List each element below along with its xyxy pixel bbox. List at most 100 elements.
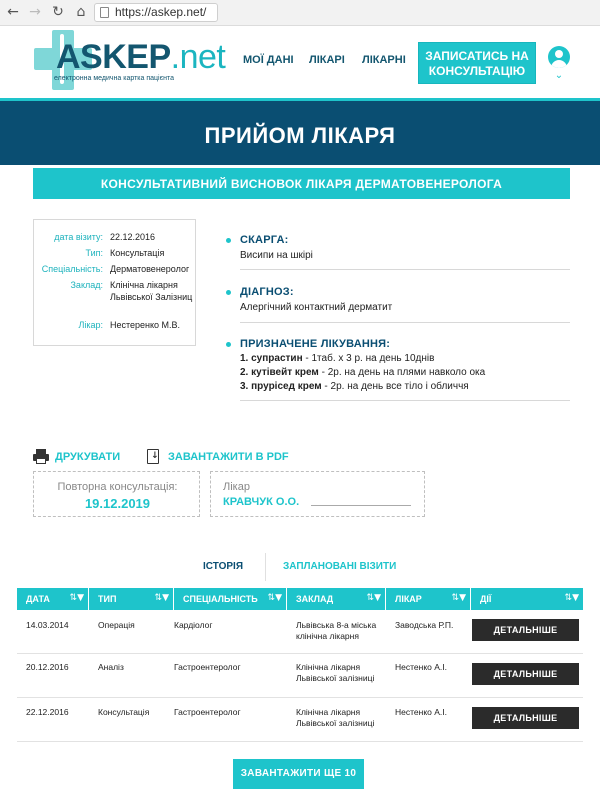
nav-doctors[interactable]: ЛІКАРІ	[309, 54, 345, 66]
visits-tabs: ІСТОРІЯ ЗАПЛАНОВАНІ ВІЗИТИ	[0, 553, 600, 581]
cell-type: Операція	[98, 620, 135, 630]
table-row: 20.12.2016 Аналіз Гастроентеролог Клініч…	[17, 654, 583, 698]
cell-specialty: Гастроентеролог	[174, 707, 241, 717]
followup-date: 19.12.2019	[84, 496, 151, 511]
cell-type: Консультація	[98, 707, 150, 717]
column-doctor[interactable]: ЛІКАР ⇅▼	[386, 588, 471, 610]
filter-icon: ▼	[275, 593, 282, 603]
filter-icon: ▼	[572, 593, 579, 603]
column-specialty[interactable]: СПЕЦІАЛЬНІСТЬ ⇅▼	[174, 588, 287, 610]
filter-icon: ▼	[374, 593, 381, 603]
filter-icon: ▼	[77, 593, 84, 603]
divider	[240, 269, 570, 270]
url-text: https://askep.net/	[115, 5, 207, 19]
diagnosis-heading: ДІАГНОЗ:	[240, 286, 294, 298]
doctor-box: Лікар КРАВЧУК О.О.	[210, 471, 425, 517]
tab-planned-visits[interactable]: ЗАПЛАНОВАНІ ВІЗИТИ	[283, 561, 396, 572]
followup-label: Повторна консультація:	[57, 481, 178, 493]
details-button[interactable]: ДЕТАЛЬНІШЕ	[472, 619, 579, 641]
cell-clinic: Клінічна лікарня Львівської залізниці	[296, 707, 375, 728]
visit-type-value: Консультація	[110, 248, 165, 258]
browser-toolbar: ← → ↻ ⌂ https://askep.net/	[0, 0, 600, 26]
visit-doctor-label: Лікар:	[78, 320, 103, 330]
chevron-down-icon[interactable]: ⌄	[552, 70, 566, 81]
doctor-label: Лікар	[223, 481, 250, 493]
title-banner: ПРИЙОМ ЛІКАРЯ	[0, 101, 600, 165]
cell-clinic: Клінічна лікарня Львівської залізниці	[296, 662, 375, 683]
cell-specialty: Кардіолог	[174, 620, 213, 630]
address-bar[interactable]: https://askep.net/	[94, 3, 218, 22]
nav-hospitals[interactable]: ЛІКАРНІ	[362, 54, 406, 66]
visit-type-label: Тип:	[85, 248, 103, 258]
page-title: ПРИЙОМ ЛІКАРЯ	[204, 123, 396, 148]
divider	[240, 400, 570, 401]
site-header: ASKEP.net електронна медична картка паці…	[0, 26, 600, 98]
visit-doctor-value: Нестеренко М.В.	[110, 320, 181, 330]
cell-date: 22.12.2016	[26, 707, 69, 717]
sort-icon: ⇅	[69, 593, 78, 603]
visit-clinic-label: Заклад:	[70, 280, 104, 290]
filter-icon: ▼	[459, 593, 466, 603]
printer-icon	[33, 449, 49, 465]
divider	[240, 322, 570, 323]
signature-line	[311, 505, 411, 506]
cell-type: Аналіз	[98, 662, 124, 672]
column-clinic[interactable]: ЗАКЛАД ⇅▼	[287, 588, 386, 610]
cell-clinic: Львівська 8-а міська клінічна лікарня	[296, 620, 377, 641]
table-row: 14.03.2014 Операція Кардіолог Львівська …	[17, 610, 583, 654]
visit-clinic-value: Клінічна лікарня Львівської Залізниц	[110, 280, 193, 302]
user-avatar-icon[interactable]	[548, 46, 570, 68]
treatment-heading: ПРИЗНАЧЕНЕ ЛІКУВАННЯ:	[240, 338, 391, 350]
download-pdf-label: ЗАВАНТАЖИТИ В PDF	[168, 451, 289, 463]
bullet-icon	[226, 238, 231, 243]
column-date[interactable]: ДАТА ⇅▼	[17, 588, 89, 610]
load-more-button[interactable]: ЗАВАНТАЖИТИ ЩЕ 10	[233, 759, 364, 789]
doctor-name: КРАВЧУК О.О.	[223, 496, 300, 508]
visit-date-value: 22.12.2016	[110, 232, 156, 242]
reload-icon[interactable]: ↻	[49, 3, 67, 21]
filter-icon: ▼	[162, 593, 169, 603]
cell-specialty: Гастроентеролог	[174, 662, 241, 672]
treatment-item: 3. прурісед крем - 2р. на день все тіло …	[240, 381, 469, 392]
sort-icon: ⇅	[564, 593, 573, 603]
details-button[interactable]: ДЕТАЛЬНІШЕ	[472, 707, 579, 729]
visit-specialty-value: Дерматовенеролог	[110, 264, 190, 274]
treatment-item: 1. супрастин - 1таб. х 3 р. на день 10дн…	[240, 353, 435, 364]
book-consultation-button[interactable]: ЗАПИСАТИСЬ НА КОНСУЛЬТАЦІЮ	[418, 42, 536, 84]
back-icon[interactable]: ←	[4, 3, 22, 21]
conclusion-banner: КОНСУЛЬТАТИВНИЙ ВИСНОВОК ЛІКАРЯ ДЕРМАТОВ…	[33, 168, 570, 199]
forward-icon[interactable]: →	[26, 3, 44, 21]
diagnosis-text: Алергічний контактний дерматит	[240, 302, 393, 313]
treatment-item: 2. кутівейт крем - 2р. на день на плями …	[240, 367, 486, 378]
details-button[interactable]: ДЕТАЛЬНІШЕ	[472, 663, 579, 685]
askep-logo[interactable]: ASKEP.net електронна медична картка паці…	[32, 28, 226, 92]
sort-icon: ⇅	[451, 593, 460, 603]
page-icon	[100, 7, 109, 18]
tab-history[interactable]: ІСТОРІЯ	[203, 561, 243, 572]
cell-doctor: Нестенко А.І.	[395, 662, 447, 672]
column-type[interactable]: ТИП ⇅▼	[89, 588, 174, 610]
visit-date-label: дата візиту:	[54, 232, 103, 242]
bullet-icon	[226, 342, 231, 347]
tab-divider	[265, 553, 266, 581]
visit-info-card: дата візиту: 22.12.2016 Тип: Консультаці…	[33, 219, 196, 346]
nav-my-data[interactable]: МОЇ ДАНІ	[243, 54, 294, 66]
column-actions[interactable]: ДІЇ ⇅▼	[471, 588, 583, 610]
treatment-section: ПРИЗНАЧЕНЕ ЛІКУВАННЯ: 1. супрастин - 1та…	[226, 338, 570, 404]
logo-text: ASKEP.net	[56, 38, 226, 76]
home-icon[interactable]: ⌂	[72, 3, 90, 21]
table-row: 22.12.2016 Консультація Гастроентеролог …	[17, 698, 583, 742]
complaint-text: Висипи на шкірі	[240, 250, 313, 261]
sort-icon: ⇅	[267, 593, 276, 603]
sort-icon: ⇅	[154, 593, 163, 603]
table-header: ДАТА ⇅▼ ТИП ⇅▼ СПЕЦІАЛЬНІСТЬ ⇅▼ ЗАКЛАД ⇅▼ ЛІ…	[17, 588, 583, 610]
logo-subtitle: електронна медична картка пацієнта	[54, 75, 175, 82]
cell-doctor: Заводська Р.П.	[395, 620, 454, 630]
sort-icon: ⇅	[366, 593, 375, 603]
diagnosis-section: ДІАГНОЗ: Алергічний контактний дерматит	[226, 286, 570, 326]
visit-specialty-label: Спеціальність:	[41, 264, 103, 274]
cell-date: 20.12.2016	[26, 662, 69, 672]
bullet-icon	[226, 290, 231, 295]
cell-doctor: Нестенко А.І.	[395, 707, 447, 717]
download-pdf-icon: ↓	[146, 449, 162, 465]
